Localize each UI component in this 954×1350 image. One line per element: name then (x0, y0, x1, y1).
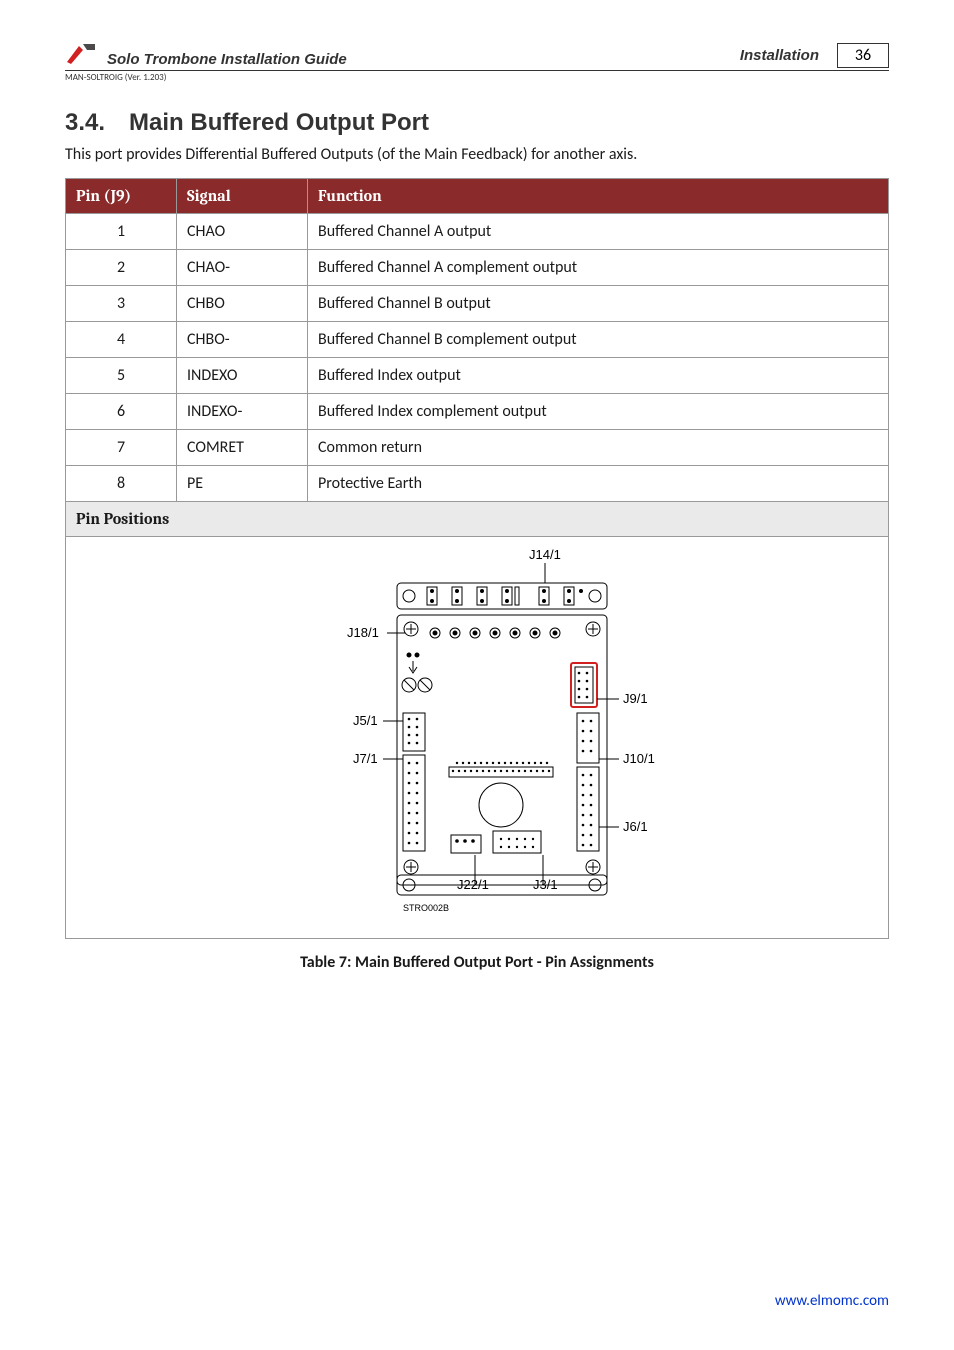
label-j9: J9/1 (623, 691, 648, 706)
brand-logo (65, 40, 99, 66)
cell-pin: 3 (66, 286, 177, 322)
cell-signal: COMRET (177, 430, 308, 466)
col-signal: Signal (177, 179, 308, 214)
connector-diagram: J14/1 (287, 545, 667, 930)
diagram-code: STRO002B (403, 903, 449, 913)
cell-signal: CHBO (177, 286, 308, 322)
section-heading: 3.4. Main Buffered Output Port (65, 109, 889, 137)
label-j18: J18/1 (347, 625, 379, 640)
cell-function: Protective Earth (308, 466, 889, 502)
label-j22: J22/1 (457, 877, 489, 892)
cell-pin: 1 (66, 214, 177, 250)
label-j7: J7/1 (353, 751, 378, 766)
table-row: 8 PE Protective Earth (66, 466, 889, 502)
table-row: 6 INDEXO- Buffered Index complement outp… (66, 394, 889, 430)
cell-function: Common return (308, 430, 889, 466)
table-row: 1 CHAO Buffered Channel A output (66, 214, 889, 250)
label-j14: J14/1 (529, 547, 561, 562)
col-function: Function (308, 179, 889, 214)
section-label: Installation (740, 47, 819, 64)
section-title: Main Buffered Output Port (129, 109, 429, 137)
table-row: 7 COMRET Common return (66, 430, 889, 466)
cell-function: Buffered Index complement output (308, 394, 889, 430)
table-caption: Table 7: Main Buffered Output Port - Pin… (65, 953, 889, 972)
cell-function: Buffered Channel B complement output (308, 322, 889, 358)
intro-text: This port provides Differential Buffered… (65, 145, 889, 164)
col-pin: Pin (J9) (66, 179, 177, 214)
cell-function: Buffered Index output (308, 358, 889, 394)
pin-assignment-table: Pin (J9) Signal Function 1 CHAO Buffered… (65, 178, 889, 939)
cell-function: Buffered Channel B output (308, 286, 889, 322)
cell-signal: INDEXO (177, 358, 308, 394)
table-header-row: Pin (J9) Signal Function (66, 179, 889, 214)
cell-signal: PE (177, 466, 308, 502)
pin-positions-row: Pin Positions (66, 502, 889, 537)
page-number: 36 (837, 43, 889, 68)
cell-pin: 2 (66, 250, 177, 286)
table-row: 5 INDEXO Buffered Index output (66, 358, 889, 394)
page-header: Solo Trombone Installation Guide Install… (65, 40, 889, 83)
cell-pin: 7 (66, 430, 177, 466)
cell-function: Buffered Channel A complement output (308, 250, 889, 286)
version-line: MAN-SOLTROIG (Ver. 1.203) (65, 72, 889, 83)
table-row: 2 CHAO- Buffered Channel A complement ou… (66, 250, 889, 286)
cell-signal: CHAO (177, 214, 308, 250)
cell-signal: CHBO- (177, 322, 308, 358)
table-row: 3 CHBO Buffered Channel B output (66, 286, 889, 322)
cell-pin: 4 (66, 322, 177, 358)
doc-title: Solo Trombone Installation Guide (107, 51, 347, 68)
pin-positions-label: Pin Positions (66, 502, 889, 537)
cell-signal: CHAO- (177, 250, 308, 286)
label-j5: J5/1 (353, 713, 378, 728)
label-j3: J3/1 (533, 877, 558, 892)
cell-pin: 8 (66, 466, 177, 502)
cell-pin: 5 (66, 358, 177, 394)
cell-function: Buffered Channel A output (308, 214, 889, 250)
label-j6: J6/1 (623, 819, 648, 834)
section-number: 3.4. (65, 109, 105, 137)
footer-link[interactable]: www.elmomc.com (775, 1292, 889, 1310)
diagram-row: J14/1 (66, 537, 889, 939)
cell-signal: INDEXO- (177, 394, 308, 430)
table-row: 4 CHBO- Buffered Channel B complement ou… (66, 322, 889, 358)
label-j10: J10/1 (623, 751, 655, 766)
cell-pin: 6 (66, 394, 177, 430)
